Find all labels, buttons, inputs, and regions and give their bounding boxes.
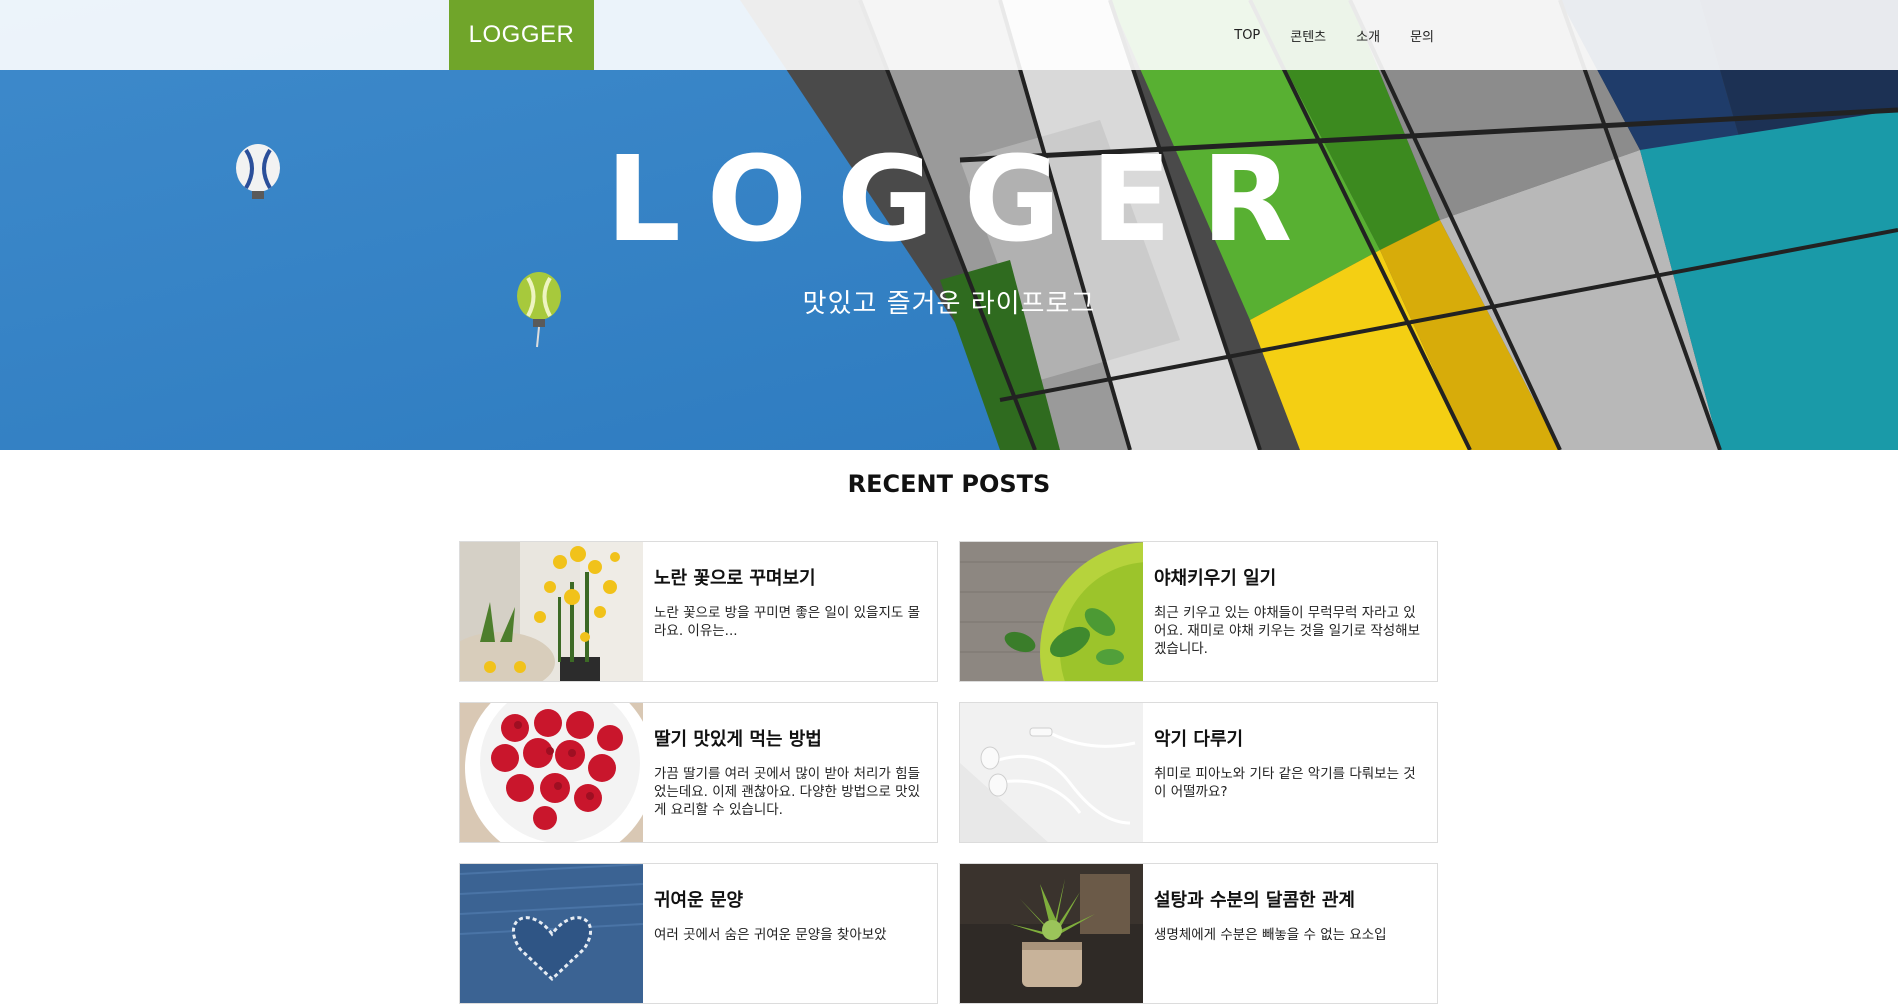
post-title[interactable]: 귀여운 문양 [654, 886, 887, 912]
post-thumbnail-earphones [960, 703, 1143, 842]
post-title[interactable]: 악기 다루기 [1154, 725, 1423, 751]
post-thumbnail-raspberries-bowl [460, 703, 643, 842]
post-grid: 노란 꽃으로 꾸며보기 노란 꽃으로 방을 꾸미면 좋은 일이 있을지도 몰라요… [459, 541, 1439, 1004]
post-excerpt: 최근 키우고 있는 야채들이 무럭무럭 자라고 있어요. 재미로 야채 키우는 … [1154, 605, 1421, 657]
post-card[interactable]: 귀여운 문양 여러 곳에서 숨은 귀여운 문양을 찾아보았 [459, 863, 938, 1004]
top-navigation-bar: LOGGER TOP 콘텐츠 소개 문의 [0, 0, 1898, 70]
post-thumbnail-succulent [960, 864, 1143, 1003]
post-card[interactable]: 설탕과 수분의 달콤한 관계 생명체에게 수분은 빼놓을 수 없는 요소입 [959, 863, 1438, 1004]
recent-posts-heading: RECENT POSTS [847, 470, 1051, 498]
nav-link-top[interactable]: TOP [1234, 28, 1260, 43]
post-thumbnail-basil-plate [960, 542, 1143, 681]
post-excerpt: 가끔 딸기를 여러 곳에서 많이 받아 처리가 힘들었는데요. 이제 괜찮아요.… [654, 766, 921, 818]
post-card[interactable]: 야채키우기 일기 최근 키우고 있는 야채들이 무럭무럭 자라고 있어요. 재미… [959, 541, 1438, 682]
nav-link-contact[interactable]: 문의 [1410, 26, 1434, 45]
post-title[interactable]: 야채키우기 일기 [1154, 564, 1423, 590]
nav-link-about[interactable]: 소개 [1356, 26, 1380, 45]
post-card[interactable]: 노란 꽃으로 꾸며보기 노란 꽃으로 방을 꾸미면 좋은 일이 있을지도 몰라요… [459, 541, 938, 682]
post-excerpt: 생명체에게 수분은 빼놓을 수 없는 요소입 [1154, 927, 1387, 943]
main-nav: TOP 콘텐츠 소개 문의 [1204, 0, 1434, 70]
post-excerpt: 취미로 피아노와 기타 같은 악기를 다뤄보는 것이 어떨까요? [1154, 766, 1416, 800]
post-thumbnail-denim-heart [460, 864, 643, 1003]
post-excerpt: 노란 꽃으로 방을 꾸미면 좋은 일이 있을지도 몰라요. 이유는... [654, 605, 921, 639]
post-card[interactable]: 딸기 맛있게 먹는 방법 가끔 딸기를 여러 곳에서 많이 받아 처리가 힘들었… [459, 702, 938, 843]
post-title[interactable]: 딸기 맛있게 먹는 방법 [654, 725, 923, 751]
site-logo[interactable]: LOGGER [449, 0, 594, 70]
nav-link-contents[interactable]: 콘텐츠 [1290, 26, 1326, 45]
hero-title: LOGGER [605, 130, 1323, 268]
post-card[interactable]: 악기 다루기 취미로 피아노와 기타 같은 악기를 다뤄보는 것이 어떨까요? [959, 702, 1438, 843]
post-title[interactable]: 노란 꽃으로 꾸며보기 [654, 564, 923, 590]
post-excerpt: 여러 곳에서 숨은 귀여운 문양을 찾아보았 [654, 927, 887, 943]
hero-subtitle: 맛있고 즐거운 라이프로그 [802, 289, 1096, 319]
post-thumbnail-yellow-flowers [460, 542, 643, 681]
post-title[interactable]: 설탕과 수분의 달콤한 관계 [1154, 886, 1387, 912]
